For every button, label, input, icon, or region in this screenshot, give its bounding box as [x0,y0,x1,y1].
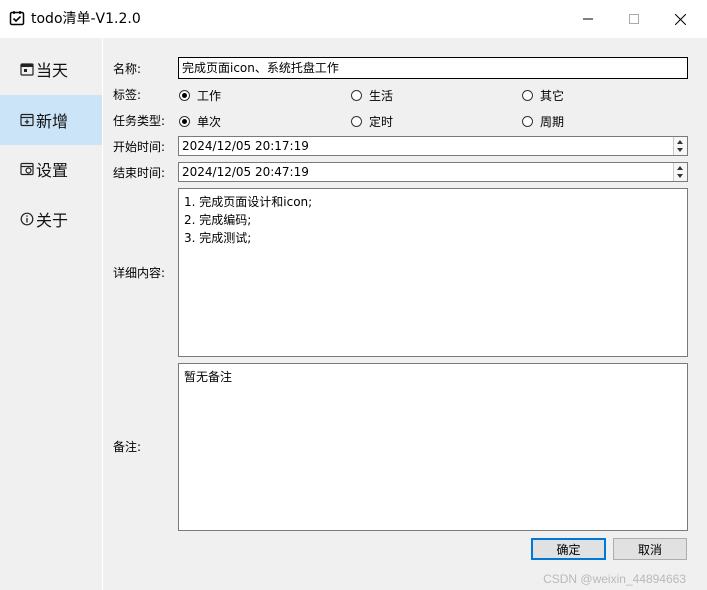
type-radio-periodic[interactable]: 周期 [522,113,564,130]
name-label: 名称: [113,62,142,76]
sidebar: 当天 新增 设置 关于 [0,38,102,590]
tag-radio-life[interactable]: 生活 [351,87,393,104]
radio-label: 周期 [540,115,565,129]
sidebar-item-label: 当天 [36,61,69,80]
title-bar[interactable]: todo清单-V1.2.0 [0,0,707,38]
minimize-button[interactable] [565,0,611,38]
start-time-value: 2024/12/05 20:17:19 [182,139,309,153]
sidebar-item-label: 新增 [36,112,69,131]
start-time-spinner[interactable] [673,137,687,155]
radio-label: 单次 [197,115,222,129]
start-time-label: 开始时间: [113,140,166,154]
tag-radio-work[interactable]: 工作 [179,87,221,104]
tag-radio-other[interactable]: 其它 [522,87,564,104]
radio-circle [179,90,190,101]
app-window: todo清单-V1.2.0 当天 新增 设置 关于 名称: 完成页面icon、系… [0,0,707,590]
type-radio-once[interactable]: 单次 [179,113,221,130]
sidebar-item-about[interactable]: 关于 [0,194,102,244]
calendar-check-icon [9,10,25,26]
sidebar-item-settings[interactable]: 设置 [0,144,102,194]
radio-circle [522,116,533,127]
task-type-label: 任务类型: [113,114,166,128]
info-icon [20,212,34,226]
window-title: todo清单-V1.2.0 [31,11,141,27]
radio-circle [351,116,362,127]
radio-circle [351,90,362,101]
radio-label: 其它 [540,89,565,103]
detail-textarea[interactable]: 1. 完成页面设计和icon; 2. 完成编码; 3. 完成测试; [178,188,688,357]
remark-label: 备注: [113,440,142,454]
maximize-icon [629,14,639,24]
confirm-button[interactable]: 确定 [531,538,606,560]
close-button[interactable] [657,0,703,38]
detail-line: 2. 完成编码; [184,213,252,227]
end-time-input[interactable]: 2024/12/05 20:47:19 [178,162,688,182]
sidebar-item-add[interactable]: 新增 [0,95,102,145]
watermark: CSDN @weixin_44894663 [543,572,686,586]
radio-circle [179,116,190,127]
cancel-button[interactable]: 取消 [613,538,687,560]
end-time-value: 2024/12/05 20:47:19 [182,165,309,179]
tag-label: 标签: [113,88,142,102]
remark-text: 暂无备注 [184,370,233,384]
minimize-icon [583,18,593,20]
sidebar-item-label: 关于 [36,211,69,230]
sidebar-item-today[interactable]: 当天 [0,44,102,94]
type-radio-scheduled[interactable]: 定时 [351,113,393,130]
detail-label: 详细内容: [113,266,166,280]
detail-line: 1. 完成页面设计和icon; [184,195,313,209]
sidebar-item-label: 设置 [36,161,69,180]
detail-line: 3. 完成测试; [184,231,252,245]
radio-label: 定时 [369,115,394,129]
radio-label: 生活 [369,89,394,103]
end-time-label: 结束时间: [113,166,166,180]
today-icon [20,62,34,76]
end-time-spinner[interactable] [673,163,687,181]
radio-circle [522,90,533,101]
remark-textarea[interactable]: 暂无备注 [178,363,688,531]
radio-label: 工作 [197,89,222,103]
settings-icon [20,162,34,176]
maximize-button[interactable] [611,0,657,38]
name-input[interactable]: 完成页面icon、系统托盘工作 [178,57,688,79]
close-icon [674,13,686,25]
add-task-form: 名称: 完成页面icon、系统托盘工作 标签: 工作 生活 其它 任务类型: 单… [103,38,707,590]
start-time-input[interactable]: 2024/12/05 20:17:19 [178,136,688,156]
add-icon [20,113,34,127]
